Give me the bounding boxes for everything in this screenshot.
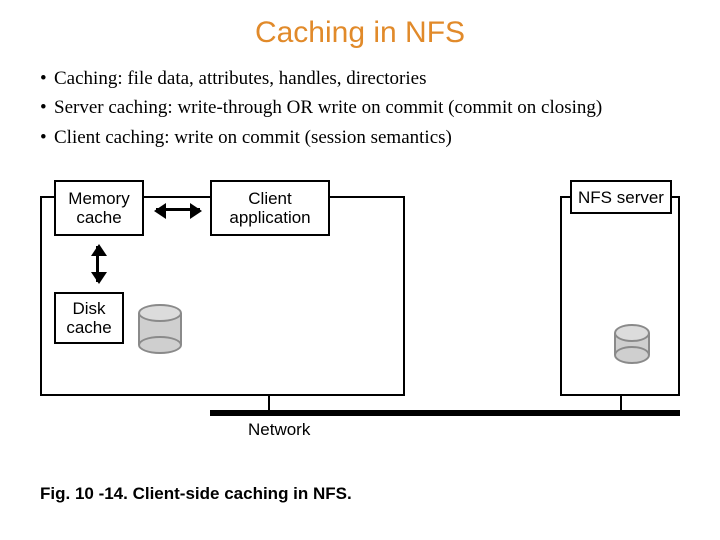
network-label: Network	[248, 420, 310, 440]
server-network-connector-icon	[620, 396, 622, 410]
disk-cache-label: Disk cache	[66, 299, 111, 338]
memory-cache-label: Memory cache	[68, 189, 129, 228]
bullet-item: • Client caching: write on commit (sessi…	[40, 123, 680, 152]
bullet-list: • Caching: file data, attributes, handle…	[40, 64, 680, 152]
network-bar-icon	[210, 410, 680, 416]
memory-cache-box: Memory cache	[54, 180, 144, 236]
slide: Caching in NFS • Caching: file data, att…	[0, 0, 720, 540]
nfs-server-box: NFS server	[570, 180, 672, 214]
client-application-label: Client application	[229, 189, 310, 228]
bullet-dot-icon: •	[40, 93, 54, 122]
arrow-memory-to-app-icon	[156, 208, 200, 211]
client-disk-icon	[138, 304, 182, 354]
bullet-item: • Caching: file data, attributes, handle…	[40, 64, 680, 93]
bullet-text: Client caching: write on commit (session…	[54, 123, 452, 152]
disk-cache-box: Disk cache	[54, 292, 124, 344]
diagram-area: Memory cache Client application NFS serv…	[40, 174, 680, 434]
slide-title: Caching in NFS	[40, 16, 680, 50]
bullet-item: • Server caching: write-through OR write…	[40, 93, 680, 122]
server-outer-box	[560, 196, 680, 396]
bullet-text: Server caching: write-through OR write o…	[54, 93, 602, 122]
arrow-memory-to-disk-icon	[96, 246, 99, 282]
nfs-server-label: NFS server	[578, 188, 664, 208]
figure-caption: Fig. 10 -14. Client-side caching in NFS.	[40, 484, 352, 504]
bullet-dot-icon: •	[40, 123, 54, 152]
bullet-text: Caching: file data, attributes, handles,…	[54, 64, 427, 93]
client-network-connector-icon	[268, 396, 270, 410]
server-disk-icon	[614, 324, 650, 364]
client-application-box: Client application	[210, 180, 330, 236]
bullet-dot-icon: •	[40, 64, 54, 93]
